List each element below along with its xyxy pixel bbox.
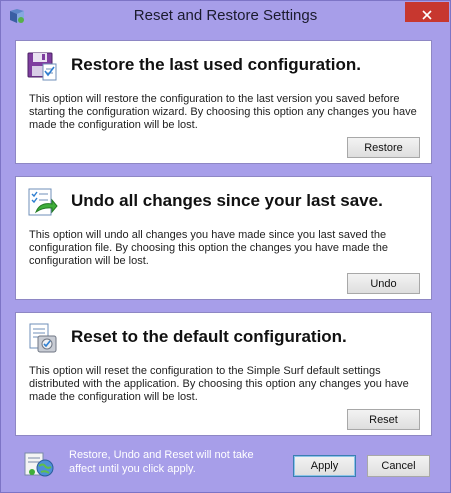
reset-button[interactable]: Reset (347, 409, 420, 430)
undo-heading: Undo all changes since your last save. (71, 191, 383, 210)
title-bar[interactable]: Reset and Restore Settings (1, 1, 450, 31)
close-icon (422, 9, 432, 20)
apply-button[interactable]: Apply (293, 455, 356, 477)
apply-note: Restore, Undo and Reset will not take af… (69, 449, 254, 475)
undo-description: This option will undo all changes you ha… (29, 229, 388, 267)
close-button[interactable] (405, 2, 449, 22)
info-globe-icon (23, 447, 55, 479)
reset-description: This option will reset the configuration… (29, 365, 409, 403)
floppy-disk-checklist-icon (26, 50, 58, 82)
undo-button[interactable]: Undo (347, 273, 420, 294)
reset-defaults-icon (26, 322, 58, 354)
restore-button[interactable]: Restore (347, 137, 420, 158)
undo-panel: Undo all changes since your last save. T… (15, 176, 432, 300)
undo-checklist-icon (26, 186, 58, 218)
cancel-button[interactable]: Cancel (367, 455, 430, 477)
reset-panel: Reset to the default configuration. This… (15, 312, 432, 436)
restore-description: This option will restore the configurati… (29, 93, 417, 131)
window-title: Reset and Restore Settings (133, 7, 318, 24)
reset-restore-window: Reset and Restore Settings Restore the l… (0, 0, 451, 493)
reset-heading: Reset to the default configuration. (71, 327, 347, 346)
restore-heading: Restore the last used configuration. (71, 55, 361, 74)
restore-panel: Restore the last used configuration. Thi… (15, 40, 432, 164)
